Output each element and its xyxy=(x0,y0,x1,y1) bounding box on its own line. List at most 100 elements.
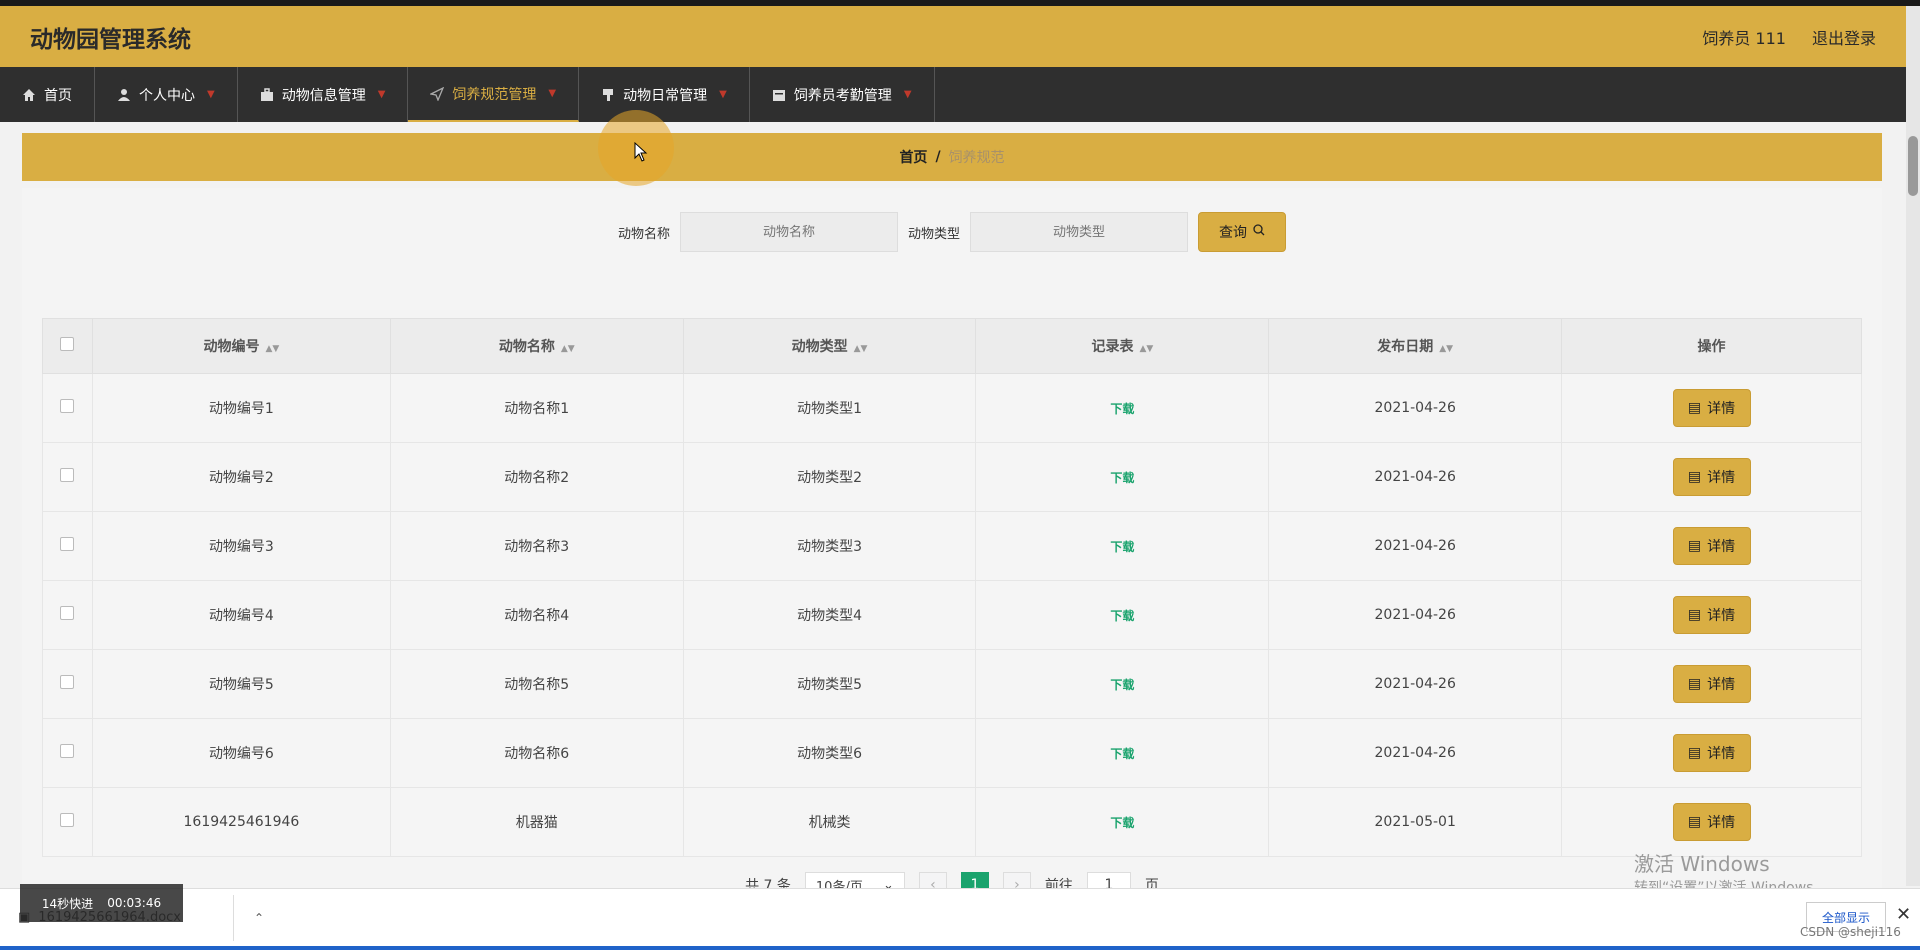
cell-date: 2021-04-26 xyxy=(1268,718,1563,788)
page-scrollbar[interactable] xyxy=(1906,6,1920,886)
animal-type-input[interactable] xyxy=(970,212,1189,252)
cell-name: 机器猫 xyxy=(389,787,684,857)
bottom-progress-line xyxy=(0,946,1920,950)
nav-item-animal-info[interactable]: 动物信息管理 ▼ xyxy=(238,67,409,122)
nav-item-attendance[interactable]: 饲养员考勤管理 ▼ xyxy=(750,67,935,122)
video-toast: 14秒快进 00:03:46 xyxy=(20,884,183,922)
download-link[interactable]: 下载 xyxy=(1110,540,1134,554)
row-checkbox[interactable] xyxy=(60,744,75,758)
row-checkbox[interactable] xyxy=(60,606,75,620)
detail-button[interactable]: ▤ 详情 xyxy=(1672,596,1751,634)
detail-button[interactable]: ▤ 详情 xyxy=(1672,665,1751,703)
table-row: 动物编号1 动物名称1 动物类型1 下载 2021-04-26 ▤ 详情 xyxy=(42,373,1862,443)
download-link[interactable]: 下载 xyxy=(1110,816,1134,830)
row-checkbox[interactable] xyxy=(60,537,75,551)
download-link[interactable]: 下载 xyxy=(1110,609,1134,623)
cell-id: 动物编号4 xyxy=(91,580,391,650)
cell-name: 动物名称1 xyxy=(389,373,684,443)
column-header-id[interactable]: 动物编号 ▲▼ xyxy=(91,318,391,374)
nav-item-animal-daily[interactable]: 动物日常管理 ▼ xyxy=(579,67,750,122)
close-icon[interactable]: ✕ xyxy=(1896,904,1911,925)
row-checkbox[interactable] xyxy=(60,399,75,413)
chevron-down-icon: ▼ xyxy=(903,89,912,100)
brush-icon xyxy=(601,88,615,102)
detail-button[interactable]: ▤ 详情 xyxy=(1672,527,1751,565)
cell-type: 动物类型6 xyxy=(682,718,977,788)
detail-button[interactable]: ▤ 详情 xyxy=(1672,389,1751,427)
calendar-icon xyxy=(772,88,786,102)
nav-label: 首页 xyxy=(44,87,72,104)
chevron-up-icon[interactable]: ⌃ xyxy=(254,911,264,925)
cell-date: 2021-04-26 xyxy=(1268,649,1563,719)
table-row: 动物编号4 动物名称4 动物类型4 下载 2021-04-26 ▤ 详情 xyxy=(42,580,1862,650)
cell-date: 2021-04-26 xyxy=(1268,442,1563,512)
cell-type: 动物类型4 xyxy=(682,580,977,650)
nav-label: 饲养规范管理 xyxy=(452,86,537,103)
row-checkbox[interactable] xyxy=(60,468,75,482)
detail-button[interactable]: ▤ 详情 xyxy=(1672,803,1751,841)
search-form: 动物名称 动物类型 查询 xyxy=(22,212,1882,252)
search-button-label: 查询 xyxy=(1219,225,1248,241)
nav-label: 饲养员考勤管理 xyxy=(793,87,892,104)
cell-id: 动物编号1 xyxy=(91,373,391,443)
user-icon xyxy=(117,88,131,102)
chevron-down-icon: ▼ xyxy=(207,89,215,100)
row-checkbox[interactable] xyxy=(60,813,75,827)
nav-item-profile[interactable]: 个人中心 ▼ xyxy=(95,67,238,122)
column-header-record[interactable]: 记录表 ▲▼ xyxy=(975,318,1270,374)
search-icon xyxy=(1253,224,1265,240)
document-icon: ▤ xyxy=(1687,814,1702,830)
download-link[interactable]: 下载 xyxy=(1110,402,1134,416)
select-all-checkbox[interactable] xyxy=(60,337,75,351)
app-title: 动物园管理系统 xyxy=(30,26,191,53)
sort-icon[interactable]: ▲▼ xyxy=(561,344,575,354)
sort-icon[interactable]: ▲▼ xyxy=(1439,344,1453,354)
column-header-name[interactable]: 动物名称 ▲▼ xyxy=(389,318,684,374)
chevron-down-icon: ▼ xyxy=(377,89,386,100)
column-header-date[interactable]: 发布日期 ▲▼ xyxy=(1268,318,1563,374)
detail-button[interactable]: ▤ 详情 xyxy=(1672,734,1751,772)
breadcrumb-home[interactable]: 首页 xyxy=(899,147,927,167)
animal-name-label: 动物名称 xyxy=(617,226,670,242)
data-table: 动物编号 ▲▼ 动物名称 ▲▼ 动物类型 ▲▼ 记录表 ▲▼ 发布日期 ▲▼ 操作 动物编… xyxy=(42,318,1862,857)
document-icon: ▤ xyxy=(1687,607,1702,623)
nav-item-home[interactable]: 首页 xyxy=(0,67,95,122)
scrollbar-thumb[interactable] xyxy=(1908,136,1918,196)
nav-label: 个人中心 xyxy=(139,87,195,104)
detail-button[interactable]: ▤ 详情 xyxy=(1672,458,1751,496)
nav-item-feeding-standards[interactable]: 饲养规范管理 ▼ xyxy=(408,67,580,122)
search-button[interactable]: 查询 xyxy=(1198,212,1287,252)
column-header-type[interactable]: 动物类型 ▲▼ xyxy=(682,318,977,374)
document-icon: ▤ xyxy=(1687,538,1702,554)
document-icon: ▤ xyxy=(1687,400,1702,416)
nav-label: 动物信息管理 xyxy=(281,87,366,104)
download-link[interactable]: 下载 xyxy=(1110,678,1134,692)
current-user: 饲养员 111 xyxy=(1702,28,1786,48)
cell-date: 2021-04-26 xyxy=(1268,511,1563,581)
cell-id: 1619425461946 xyxy=(91,787,391,857)
sort-icon[interactable]: ▲▼ xyxy=(1139,344,1153,354)
download-link[interactable]: 下载 xyxy=(1110,747,1134,761)
table-row: 1619425461946 机器猫 机械类 下载 2021-05-01 ▤ 详情 xyxy=(42,787,1862,857)
cell-type: 动物类型3 xyxy=(682,511,977,581)
chevron-down-icon: ▼ xyxy=(719,89,727,100)
table-header-row: 动物编号 ▲▼ 动物名称 ▲▼ 动物类型 ▲▼ 记录表 ▲▼ 发布日期 ▲▼ 操作 xyxy=(42,318,1862,374)
select-all-cell xyxy=(42,318,93,374)
cell-type: 机械类 xyxy=(682,787,977,857)
column-header-action: 操作 xyxy=(1561,318,1862,374)
mouse-cursor-icon xyxy=(634,142,648,162)
document-icon: ▤ xyxy=(1687,676,1702,692)
content-panel: 动物名称 动物类型 查询 动物编号▲▼ 动物名称▲▼ 动物类型▲▼ 记录表▲▼ … xyxy=(22,188,1882,898)
cell-name: 动物名称4 xyxy=(389,580,684,650)
cell-id: 动物编号2 xyxy=(91,442,391,512)
logout-button[interactable]: 退出登录 xyxy=(1812,25,1876,49)
cell-name: 动物名称5 xyxy=(389,649,684,719)
sort-icon[interactable]: ▲▼ xyxy=(854,344,868,354)
animal-name-input[interactable] xyxy=(680,212,898,252)
download-link[interactable]: 下载 xyxy=(1110,471,1134,485)
document-icon: ▤ xyxy=(1687,745,1702,761)
sort-icon[interactable]: ▲▼ xyxy=(265,344,279,354)
cell-name: 动物名称3 xyxy=(389,511,684,581)
row-checkbox[interactable] xyxy=(60,675,75,689)
header: 动物园管理系统 饲养员 111 退出登录 xyxy=(0,6,1906,67)
